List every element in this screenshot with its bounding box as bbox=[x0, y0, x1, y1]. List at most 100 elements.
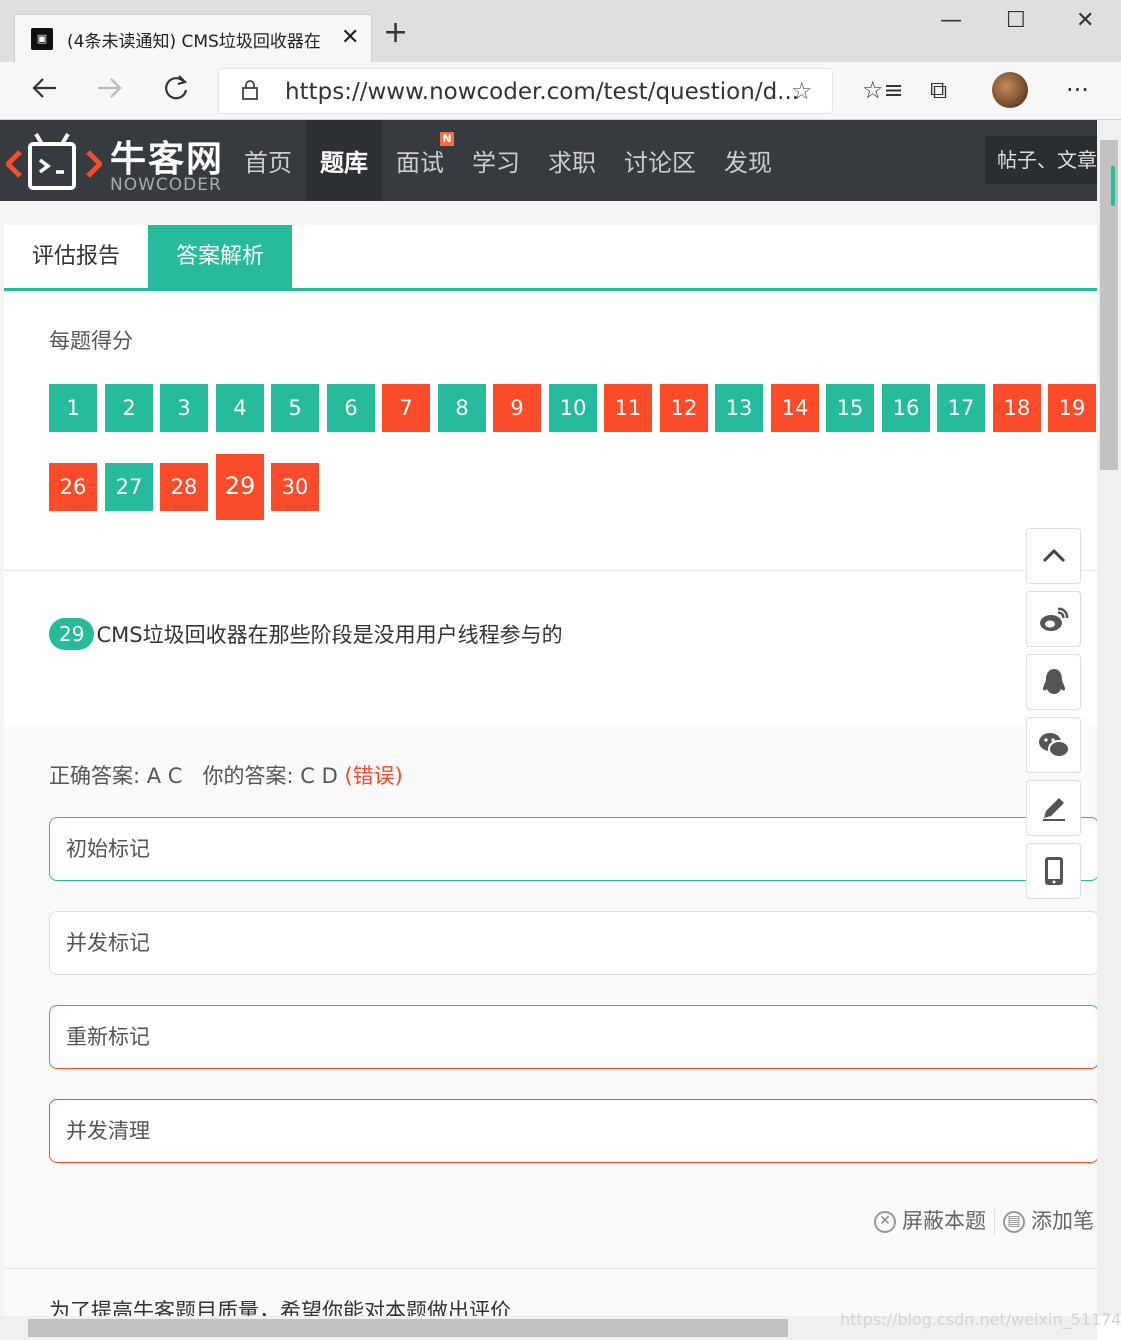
logo-subtext: NOWCODER bbox=[110, 175, 222, 195]
question-number-button[interactable]: 18 bbox=[993, 384, 1041, 432]
question-number-button[interactable]: 30 bbox=[271, 463, 319, 511]
add-note-button[interactable]: ▤ 添加笔 bbox=[1003, 1209, 1094, 1233]
edit-button[interactable] bbox=[1026, 780, 1081, 836]
nav-item-jobs[interactable]: 求职 bbox=[534, 120, 610, 201]
scrollbar-thumb[interactable] bbox=[28, 1319, 788, 1337]
nav-item-discuss[interactable]: 讨论区 bbox=[610, 120, 710, 201]
browser-toolbar: https://www.nowcoder.com/test/question/d… bbox=[0, 62, 1121, 120]
collections-icon[interactable]: ⧉ bbox=[930, 76, 947, 104]
option-c[interactable]: 重新标记 bbox=[49, 1005, 1099, 1069]
question-number-button[interactable]: 6 bbox=[327, 384, 375, 432]
result-text: (错误) bbox=[344, 764, 403, 788]
maximize-icon[interactable]: ☐ bbox=[1006, 8, 1026, 33]
your-answer-text: 你的答案: C D bbox=[202, 764, 338, 788]
question-number-button[interactable]: 16 bbox=[882, 384, 930, 432]
favorites-list-icon[interactable]: ☆≡ bbox=[862, 76, 904, 104]
question-number-button[interactable]: 14 bbox=[771, 384, 819, 432]
separator bbox=[994, 1209, 995, 1235]
question-number-button[interactable]: 28 bbox=[160, 463, 208, 511]
divider bbox=[4, 1268, 1097, 1269]
block-question-button[interactable]: ✕ 屏蔽本题 bbox=[874, 1209, 986, 1233]
question-number-button[interactable]: 15 bbox=[826, 384, 874, 432]
question-actions: ✕ 屏蔽本题 ▤ 添加笔 bbox=[874, 1205, 1094, 1235]
question-number-button[interactable]: 19 bbox=[1048, 384, 1096, 432]
correct-answer-text: 正确答案: A C bbox=[49, 764, 183, 788]
forward-icon[interactable] bbox=[96, 74, 124, 108]
address-bar[interactable]: https://www.nowcoder.com/test/question/d… bbox=[218, 68, 833, 114]
nav-item-home[interactable]: 首页 bbox=[230, 120, 306, 201]
nav-item-question-bank[interactable]: 题库 bbox=[306, 120, 382, 201]
question-number-button[interactable]: 10 bbox=[549, 384, 597, 432]
scrollbar-thumb[interactable] bbox=[1100, 140, 1118, 470]
back-icon[interactable] bbox=[30, 74, 58, 108]
chevron-up-icon bbox=[1042, 548, 1065, 563]
new-badge: N bbox=[440, 132, 454, 146]
nowcoder-logo-icon[interactable] bbox=[6, 130, 102, 194]
tab-close-icon[interactable]: ✕ bbox=[341, 25, 359, 50]
question-title: 29 CMS垃圾回收器在那些阶段是没用用户线程参与的 bbox=[49, 618, 563, 650]
browser-tab-strip: ▣ (4条未读通知) CMS垃圾回收器在 ✕ + — ☐ ✕ bbox=[0, 0, 1121, 62]
question-number-button[interactable]: 7 bbox=[382, 384, 430, 432]
question-number-button[interactable]: 8 bbox=[438, 384, 486, 432]
browser-tab[interactable]: ▣ (4条未读通知) CMS垃圾回收器在 ✕ bbox=[14, 14, 372, 62]
vertical-scrollbar[interactable] bbox=[1097, 120, 1121, 1316]
back-to-top-button[interactable] bbox=[1026, 528, 1081, 584]
new-tab-button[interactable]: + bbox=[383, 18, 408, 48]
question-number-button[interactable]: 3 bbox=[160, 384, 208, 432]
tab-evaluation-report[interactable]: 评估报告 bbox=[4, 225, 148, 288]
answer-panel: 正确答案: A C 你的答案: C D (错误) 初始标记 并发标记 重新标记 … bbox=[4, 725, 1099, 1323]
question-number-button[interactable]: 4 bbox=[216, 384, 264, 432]
share-qq-button[interactable] bbox=[1026, 654, 1081, 710]
site-header: 牛客网 NOWCODER 首页 题库 面试 N 学习 求职 讨论区 发现 帖子、文… bbox=[0, 120, 1097, 201]
block-label: 屏蔽本题 bbox=[902, 1209, 986, 1233]
question-text: CMS垃圾回收器在那些阶段是没用用户线程参与的 bbox=[96, 623, 563, 647]
page-content: 评估报告 答案解析 每题得分 1 2 3 4 5 6 7 8 9 10 11 12 13 14 15 16 17… bbox=[0, 201, 1099, 1323]
question-number-button[interactable]: 17 bbox=[937, 384, 985, 432]
window-close-icon[interactable]: ✕ bbox=[1076, 8, 1094, 33]
question-number-button[interactable]: 29 bbox=[216, 454, 264, 520]
question-number-button[interactable]: 9 bbox=[493, 384, 541, 432]
weibo-icon bbox=[1039, 607, 1068, 631]
share-weibo-button[interactable] bbox=[1026, 591, 1081, 647]
option-d[interactable]: 并发清理 bbox=[49, 1099, 1099, 1163]
watermark: https://blog.csdn.net/weixin_51174129 bbox=[840, 1310, 1121, 1329]
question-number-button[interactable]: 5 bbox=[271, 384, 319, 432]
question-number-button[interactable]: 27 bbox=[105, 463, 153, 511]
answer-summary: 正确答案: A C 你的答案: C D (错误) bbox=[49, 760, 403, 790]
nowcoder-favicon-icon: ▣ bbox=[31, 28, 53, 50]
option-b[interactable]: 并发标记 bbox=[49, 911, 1099, 975]
more-menu-icon[interactable]: ··· bbox=[1066, 76, 1089, 104]
scroll-indicator bbox=[1111, 166, 1115, 206]
url-text: https://www.nowcoder.com/test/question/d… bbox=[285, 79, 800, 105]
question-number-button[interactable]: 13 bbox=[715, 384, 763, 432]
nav-label: 题库 bbox=[320, 149, 368, 177]
divider bbox=[4, 570, 1097, 571]
nav-item-interview[interactable]: 面试 N bbox=[382, 120, 458, 201]
question-number-button[interactable]: 12 bbox=[660, 384, 708, 432]
question-number-button[interactable]: 2 bbox=[105, 384, 153, 432]
note-label: 添加笔 bbox=[1031, 1209, 1094, 1233]
nav-label: 面试 bbox=[396, 149, 444, 177]
site-search-input[interactable]: 帖子、文章 bbox=[985, 136, 1097, 184]
wechat-icon bbox=[1038, 733, 1070, 758]
share-wechat-button[interactable] bbox=[1026, 717, 1081, 773]
mobile-phone-icon bbox=[1044, 857, 1063, 885]
mobile-button[interactable] bbox=[1026, 843, 1081, 899]
minimize-icon[interactable]: — bbox=[940, 8, 962, 33]
option-a[interactable]: 初始标记 bbox=[49, 817, 1099, 881]
pencil-icon bbox=[1042, 798, 1065, 821]
main-nav: 首页 题库 面试 N 学习 求职 讨论区 发现 bbox=[230, 120, 786, 201]
nav-item-learn[interactable]: 学习 bbox=[458, 120, 534, 201]
lock-icon bbox=[242, 80, 258, 100]
question-number-button[interactable]: 1 bbox=[49, 384, 97, 432]
tab-answer-analysis[interactable]: 答案解析 bbox=[148, 225, 292, 288]
nav-label: 求职 bbox=[548, 149, 596, 177]
note-icon: ▤ bbox=[1003, 1211, 1025, 1233]
question-number-badge: 29 bbox=[49, 618, 95, 650]
refresh-icon[interactable] bbox=[162, 74, 190, 108]
profile-avatar[interactable] bbox=[992, 72, 1028, 108]
question-number-button[interactable]: 26 bbox=[49, 463, 97, 511]
question-number-button[interactable]: 11 bbox=[604, 384, 652, 432]
favorite-star-icon[interactable]: ☆ bbox=[791, 77, 813, 105]
nav-item-discover[interactable]: 发现 bbox=[710, 120, 786, 201]
